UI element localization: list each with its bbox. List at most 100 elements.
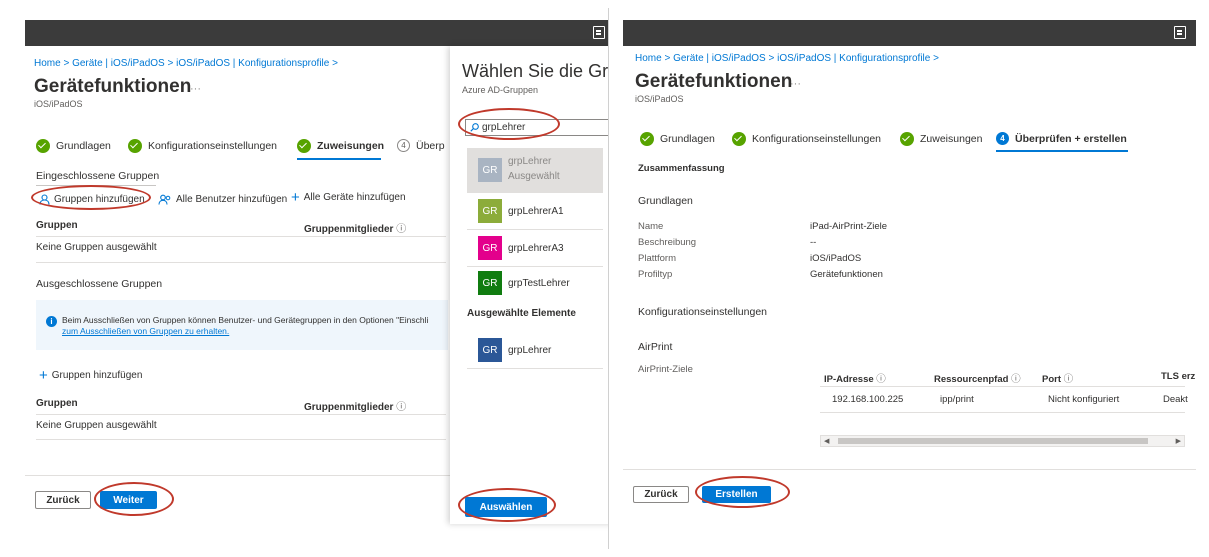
excluded-groups-heading: Ausgeschlossene Gruppen xyxy=(36,278,163,290)
selected-items-heading: Ausgewählte Elemente xyxy=(467,308,576,319)
divider xyxy=(36,236,446,237)
empty-groups-text: Keine Gruppen ausgewählt xyxy=(36,242,157,253)
step-number-icon: 4 xyxy=(397,139,410,152)
info-circle-icon: ⓘ xyxy=(1063,374,1074,385)
divider xyxy=(467,368,603,369)
field-label: Plattform xyxy=(638,253,677,264)
field-label: Beschreibung xyxy=(638,237,697,248)
group-avatar: GR xyxy=(478,271,502,295)
divider xyxy=(820,386,1185,387)
top-bar xyxy=(25,20,608,46)
summary-heading: Zusammenfassung xyxy=(638,163,725,174)
table-cell: Deakt xyxy=(1163,394,1188,405)
group-avatar: GR xyxy=(478,236,502,260)
divider xyxy=(36,439,446,440)
included-groups-heading: Eingeschlossene Gruppen xyxy=(36,170,160,182)
check-icon xyxy=(128,139,142,153)
highlight-oval xyxy=(458,488,556,522)
column-header-ip: IP-Adresse ⓘ xyxy=(824,374,886,385)
column-header-groups: Gruppen xyxy=(36,398,78,409)
field-label: Name xyxy=(638,221,664,232)
group-status: Ausgewählt xyxy=(508,171,560,182)
info-banner: i Beim Ausschließen von Gruppen können B… xyxy=(36,300,448,350)
right-screenshot: Home > Geräte | iOS/iPadOS > iOS/iPadOS … xyxy=(610,8,1201,549)
check-icon xyxy=(36,139,50,153)
page-title: Gerätefunktionen xyxy=(34,76,192,97)
step-ueberpruefen[interactable]: 4 Überp xyxy=(397,139,445,152)
feedback-icon[interactable] xyxy=(593,26,605,39)
field-value: iOS/iPadOS xyxy=(810,253,862,264)
footer-divider xyxy=(623,469,1196,470)
page-subtitle: iOS/iPadOS xyxy=(34,99,83,109)
highlight-oval xyxy=(458,108,560,140)
field-value: -- xyxy=(810,237,817,248)
column-header-members: Gruppenmitglieder ⓘ xyxy=(304,402,407,413)
divider xyxy=(467,229,603,230)
info-icon: i xyxy=(46,316,57,327)
step-grundlagen[interactable]: Grundlagen xyxy=(36,139,111,153)
step-konfigurationseinstellungen[interactable]: Konfigurationseinstellungen xyxy=(128,139,277,153)
info-circle-icon: ⓘ xyxy=(876,374,886,385)
highlight-oval xyxy=(94,482,174,516)
check-icon xyxy=(640,132,654,146)
scroll-left-icon[interactable]: ◀ xyxy=(824,437,829,445)
step-zuweisungen[interactable]: Zuweisungen xyxy=(297,139,384,153)
people-icon xyxy=(158,194,171,205)
group-avatar: GR xyxy=(478,199,502,223)
back-button[interactable]: Zurück xyxy=(35,491,91,509)
info-circle-icon: ⓘ xyxy=(1011,374,1021,385)
column-header-groups: Gruppen xyxy=(36,220,78,231)
step-zuweisungen[interactable]: Zuweisungen xyxy=(900,132,982,146)
airprint-targets-label: AirPrint-Ziele xyxy=(638,364,693,375)
breadcrumb[interactable]: Home > Geräte | iOS/iPadOS > iOS/iPadOS … xyxy=(635,53,939,64)
step-grundlagen[interactable]: Grundlagen xyxy=(640,132,715,146)
info-circle-icon: ⓘ xyxy=(396,224,407,235)
scroll-right-icon[interactable]: ▶ xyxy=(1176,437,1181,445)
highlight-oval xyxy=(695,476,790,508)
config-heading: Konfigurationseinstellungen xyxy=(638,306,768,318)
footer-divider xyxy=(25,475,450,476)
step-konfigurationseinstellungen[interactable]: Konfigurationseinstellungen xyxy=(732,132,881,146)
breadcrumb[interactable]: Home > Geräte | iOS/iPadOS > iOS/iPadOS … xyxy=(34,58,338,69)
step-ueberpruefen-erstellen[interactable]: 4 Überprüfen + erstellen xyxy=(996,132,1127,145)
table-cell: Nicht konfiguriert xyxy=(1048,394,1120,405)
step-number-icon: 4 xyxy=(996,132,1009,145)
check-icon xyxy=(732,132,746,146)
scroll-thumb[interactable] xyxy=(838,438,1148,444)
group-name[interactable]: grpTestLehrer xyxy=(508,278,570,289)
selected-group-name: grpLehrer xyxy=(508,345,552,356)
divider xyxy=(820,412,1185,413)
airprint-heading: AirPrint xyxy=(638,341,673,353)
more-options-button[interactable]: ··· xyxy=(790,78,801,90)
left-screenshot: Home > Geräte | iOS/iPadOS > iOS/iPadOS … xyxy=(8,8,609,549)
active-step-underline xyxy=(996,150,1128,152)
group-avatar: GR xyxy=(478,158,502,182)
field-label: Profiltyp xyxy=(638,269,673,280)
divider xyxy=(467,266,603,267)
column-header-members: Gruppenmitglieder ⓘ xyxy=(304,224,407,235)
info-link[interactable]: zum Ausschließen von Gruppen zu erhalten… xyxy=(62,326,229,336)
check-icon xyxy=(900,132,914,146)
table-cell: 192.168.100.225 xyxy=(832,394,904,405)
horizontal-scrollbar[interactable]: ◀ ▶ xyxy=(820,435,1185,447)
add-groups-excluded-link[interactable]: + Gruppen hinzufügen xyxy=(39,366,142,384)
group-name[interactable]: grpLehrerA3 xyxy=(508,243,564,254)
field-value: iPad-AirPrint-Ziele xyxy=(810,221,888,232)
info-circle-icon: ⓘ xyxy=(396,402,407,413)
feedback-icon[interactable] xyxy=(1174,26,1186,39)
plus-icon: + xyxy=(39,366,48,384)
group-name[interactable]: grpLehrerA1 xyxy=(508,206,564,217)
active-step-underline xyxy=(297,158,381,160)
highlight-oval xyxy=(31,185,151,210)
back-button[interactable]: Zurück xyxy=(633,486,689,503)
divider xyxy=(36,414,446,415)
group-name: grpLehrer xyxy=(508,156,552,167)
column-header-resource-path: Ressourcenpfad ⓘ xyxy=(934,374,1021,385)
more-options-button[interactable]: ··· xyxy=(190,83,201,95)
picker-subtitle: Azure AD-Gruppen xyxy=(462,85,539,95)
add-all-users-link[interactable]: Alle Benutzer hinzufügen xyxy=(158,194,287,205)
column-header-tls: TLS erz xyxy=(1161,371,1196,382)
add-all-devices-link[interactable]: + Alle Geräte hinzufügen xyxy=(291,190,406,205)
basics-heading: Grundlagen xyxy=(638,195,693,207)
divider xyxy=(36,262,446,263)
